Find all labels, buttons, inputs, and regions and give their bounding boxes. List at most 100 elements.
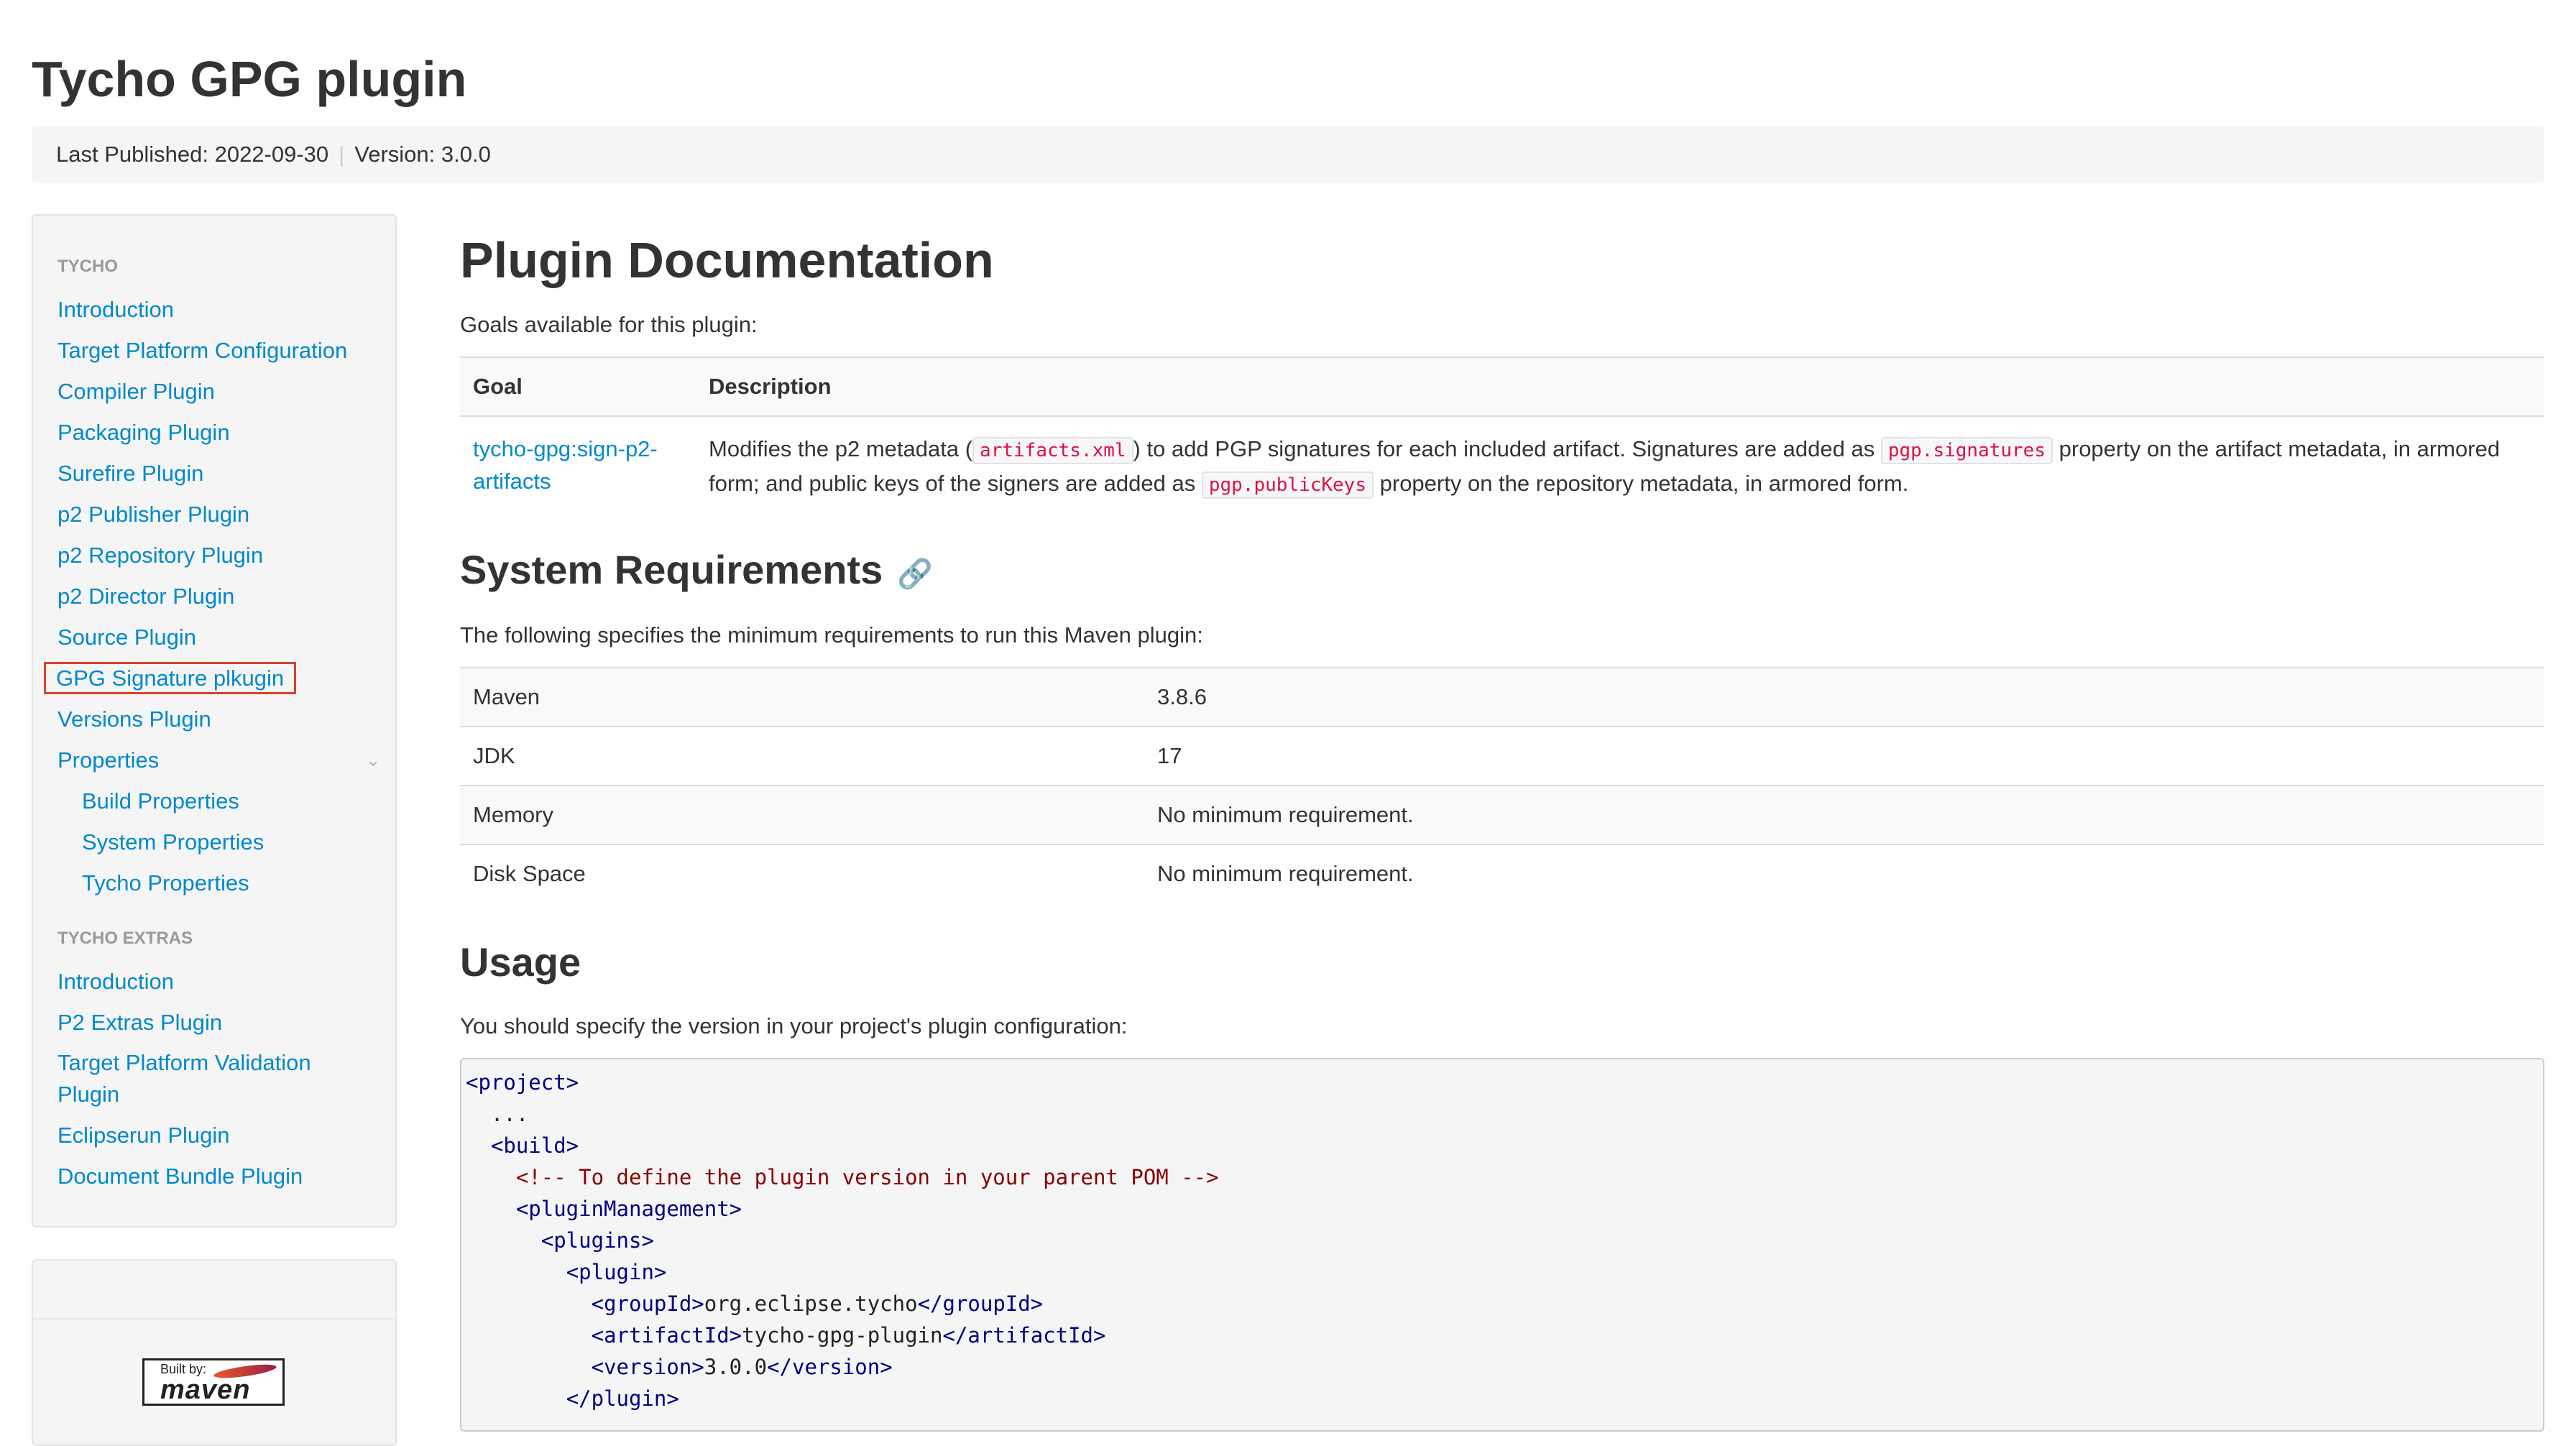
goals-table: Goal Description tycho-gpg:sign-p2-artif… bbox=[460, 356, 2544, 517]
maven-wordmark: maven bbox=[160, 1375, 251, 1405]
sidebar-item-compiler-plugin[interactable]: Compiler Plugin bbox=[33, 371, 395, 412]
sidebar-item-p2-extras-plugin[interactable]: P2 Extras Plugin bbox=[33, 1002, 395, 1043]
site-title: Tycho GPG plugin bbox=[32, 51, 467, 107]
sidebar-item-eclipserun-plugin[interactable]: Eclipserun Plugin bbox=[33, 1115, 395, 1156]
code-tag: </plugin> bbox=[566, 1386, 679, 1411]
sidebar-item-gpg-signature-plkugin[interactable]: GPG Signature plkugin bbox=[33, 658, 395, 699]
code-text: org.eclipse.tycho bbox=[704, 1291, 918, 1316]
sidebar-item-versions-plugin[interactable]: Versions Plugin bbox=[33, 699, 395, 740]
sidebar-item-label: GPG Signature plkugin bbox=[43, 662, 297, 694]
sidebar-item-label: p2 Repository Plugin bbox=[58, 543, 264, 568]
code-text: tycho-gpg-plugin bbox=[742, 1323, 943, 1348]
code-line: <artifactId>tycho-gpg-plugin</artifactId… bbox=[466, 1320, 2539, 1351]
project-version: Version: 3.0.0 bbox=[354, 142, 491, 167]
sidebar-item-label: Introduction bbox=[58, 969, 174, 994]
code-tag: <pluginManagement> bbox=[515, 1197, 742, 1221]
sidebar-item-label: Target Platform Configuration bbox=[58, 338, 348, 363]
nav-list-properties: Build Properties System Properties Tycho P… bbox=[33, 780, 395, 903]
last-published: Last Published: 2022-09-30 bbox=[56, 142, 329, 167]
usage-intro: You should specify the version in your p… bbox=[460, 1013, 1128, 1039]
sidebar-item-label: System Properties bbox=[82, 829, 264, 855]
sidebar-item-label: Source Plugin bbox=[58, 625, 197, 650]
table-row: JDK 17 bbox=[460, 726, 2544, 786]
sidebar-item-properties[interactable]: Properties ⌄ bbox=[33, 740, 395, 780]
sidebar-item-label: Packaging Plugin bbox=[58, 420, 230, 445]
code-comment: <!-- To define the plugin version in you… bbox=[515, 1165, 1219, 1189]
sidebar-item-target-platform-configuration[interactable]: Target Platform Configuration bbox=[33, 330, 395, 371]
chevron-down-icon[interactable]: ⌄ bbox=[365, 740, 381, 780]
code-line: <pluginManagement> bbox=[466, 1193, 2539, 1225]
built-by-box: Built by: maven bbox=[32, 1259, 397, 1446]
code-tag: <groupId> bbox=[591, 1291, 704, 1316]
goals-table-header: Goal Description bbox=[460, 356, 2544, 416]
sidebar-item-build-properties[interactable]: Build Properties bbox=[33, 780, 395, 821]
pom-code-block[interactable]: <project> ... <build> <!-- To define the… bbox=[460, 1058, 2544, 1432]
nav-header-tycho-extras: TYCHO EXTRAS bbox=[58, 929, 193, 948]
sidebar-item-tycho-properties[interactable]: Tycho Properties bbox=[33, 862, 395, 903]
sidebar-item-introduction[interactable]: Introduction bbox=[33, 961, 395, 1002]
requirement-value: No minimum requirement. bbox=[1144, 785, 2544, 844]
sidebar-item-label: p2 Director Plugin bbox=[58, 584, 235, 609]
goals-col-goal: Goal bbox=[460, 356, 696, 416]
code-tag: </groupId> bbox=[917, 1291, 1044, 1316]
sidebar-item-packaging-plugin[interactable]: Packaging Plugin bbox=[33, 412, 395, 453]
code-tag: <plugins> bbox=[540, 1228, 654, 1253]
sidebar-item-p2-publisher-plugin[interactable]: p2 Publisher Plugin bbox=[33, 494, 395, 535]
sidebar-item-label: Versions Plugin bbox=[58, 706, 211, 732]
page-title: Plugin Documentation bbox=[460, 232, 994, 288]
desc-text: ) to add PGP signatures for each include… bbox=[1133, 436, 1875, 461]
sidebar-item-label: Tycho Properties bbox=[82, 870, 249, 895]
built-by-maven-logo[interactable]: Built by: maven bbox=[142, 1358, 285, 1406]
sidebar-item-document-bundle-plugin[interactable]: Document Bundle Plugin bbox=[33, 1156, 395, 1197]
sidebar-item-label: Eclipserun Plugin bbox=[58, 1123, 230, 1148]
sidebar-item-system-properties[interactable]: System Properties bbox=[33, 821, 395, 862]
code-line: <version>3.0.0</version> bbox=[466, 1351, 2539, 1383]
code-text: 3.0.0 bbox=[704, 1355, 768, 1379]
code-pgp-signatures: pgp.signatures bbox=[1880, 437, 2053, 464]
banner-separator: | bbox=[339, 142, 345, 167]
built-by-divider bbox=[33, 1318, 395, 1320]
sidebar-item-label: Compiler Plugin bbox=[58, 379, 215, 404]
code-text: ... bbox=[490, 1102, 529, 1126]
requirement-name: JDK bbox=[460, 726, 1144, 786]
table-row: Disk Space No minimum requirement. bbox=[460, 844, 2544, 903]
code-tag: <plugin> bbox=[566, 1260, 667, 1284]
goal-description: Modifies the p2 metadata (artifacts.xml)… bbox=[696, 415, 2544, 517]
sidebar-item-label: P2 Extras Plugin bbox=[58, 1010, 223, 1035]
code-tag: <build> bbox=[490, 1133, 579, 1158]
code-line: <plugins> bbox=[466, 1225, 2539, 1256]
sidebar-item-source-plugin[interactable]: Source Plugin bbox=[33, 617, 395, 658]
sidebar-item-target-platform-validation-plugin[interactable]: Target Platform Validation Plugin bbox=[33, 1043, 345, 1115]
sidebar-item-p2-repository-plugin[interactable]: p2 Repository Plugin bbox=[33, 535, 395, 576]
requirement-name: Memory bbox=[460, 785, 1144, 844]
sidebar-item-p2-director-plugin[interactable]: p2 Director Plugin bbox=[33, 576, 395, 617]
desc-text: property on the repository metadata, in … bbox=[1379, 471, 1909, 496]
sidebar-item-introduction[interactable]: Introduction bbox=[33, 289, 395, 330]
system-requirements-title: System Requirements bbox=[460, 547, 883, 592]
sidebar-item-label: p2 Publisher Plugin bbox=[58, 502, 250, 527]
sidebar-item-label: Target Platform Validation Plugin bbox=[58, 1050, 311, 1107]
code-tag: </version> bbox=[767, 1355, 893, 1379]
link-icon[interactable]: 🔗 bbox=[897, 558, 933, 590]
table-row: tycho-gpg:sign-p2-artifacts Modifies the… bbox=[460, 415, 2544, 517]
system-requirements-heading: System Requirements 🔗 bbox=[460, 546, 933, 593]
code-pgp-publickeys: pgp.publicKeys bbox=[1201, 471, 1374, 499]
code-line: ... bbox=[466, 1098, 2539, 1130]
sidebar-item-label: Surefire Plugin bbox=[58, 461, 204, 486]
sidebar-item-surefire-plugin[interactable]: Surefire Plugin bbox=[33, 453, 395, 494]
requirement-value: 17 bbox=[1144, 726, 2544, 786]
sidebar-item-label: Properties bbox=[58, 747, 160, 773]
code-line: <plugin> bbox=[466, 1256, 2539, 1288]
sidebar-item-label: Introduction bbox=[58, 297, 174, 322]
goals-intro: Goals available for this plugin: bbox=[460, 312, 758, 337]
nav-list-tycho: Introduction Target Platform Configuratio… bbox=[33, 289, 395, 780]
desc-text: Modifies the p2 metadata ( bbox=[709, 436, 973, 461]
code-line: <build> bbox=[466, 1130, 2539, 1161]
sidebar-item-label: Document Bundle Plugin bbox=[58, 1164, 303, 1189]
code-tag: </artifactId> bbox=[942, 1323, 1106, 1348]
code-line: </plugin> bbox=[466, 1383, 2539, 1414]
code-tag: <version> bbox=[591, 1355, 704, 1379]
goal-link-sign-p2-artifacts[interactable]: tycho-gpg:sign-p2-artifacts bbox=[473, 436, 658, 494]
code-line: <groupId>org.eclipse.tycho</groupId> bbox=[466, 1288, 2539, 1320]
requirement-value: 3.8.6 bbox=[1144, 667, 2544, 727]
